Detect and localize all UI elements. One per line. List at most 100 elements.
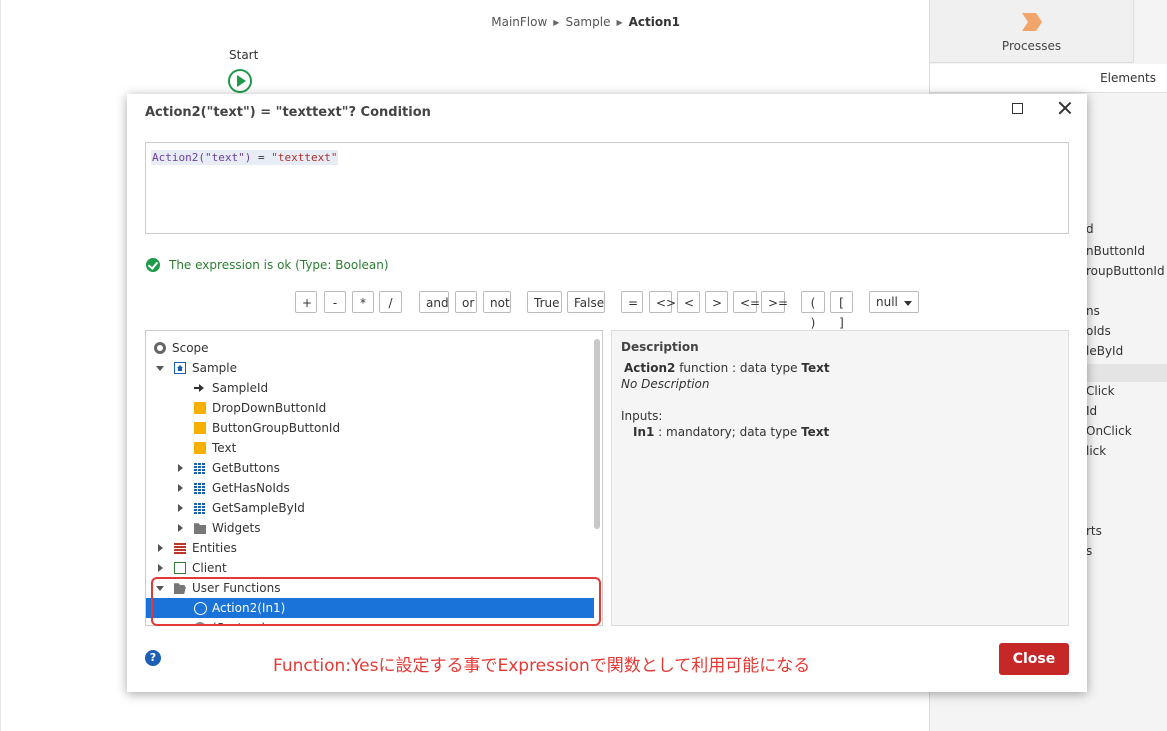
tab-processes[interactable]: Processes: [930, 0, 1134, 63]
chevron-right-icon[interactable]: [178, 504, 183, 512]
tree-item[interactable]: OnClick: [1086, 424, 1132, 438]
breadcrumb-mainflow[interactable]: MainFlow: [491, 15, 547, 29]
expression-function: Action2("text"): [152, 151, 252, 164]
tree-row-gethasnoids[interactable]: GetHasNoIds: [146, 478, 594, 498]
operator-multiply-button[interactable]: *: [352, 291, 374, 313]
tree-row-getbuttons[interactable]: GetButtons: [146, 458, 594, 478]
operator-divide-button[interactable]: /: [379, 291, 402, 313]
description-function-name: Action2: [624, 361, 676, 375]
chevron-right-icon[interactable]: [178, 524, 183, 532]
variable-icon: [194, 422, 206, 434]
start-node-icon[interactable]: [228, 69, 252, 93]
description-no-description: No Description: [621, 377, 710, 391]
breadcrumb-separator-icon: ▶: [553, 17, 560, 27]
tree-item[interactable]: Click: [1086, 384, 1115, 398]
aggregate-icon: [194, 502, 206, 514]
parentheses-button[interactable]: ( ): [801, 291, 825, 330]
condition-dialog: Action2("text") = "texttext"? Condition …: [127, 94, 1087, 692]
tree-scrollbar[interactable]: [594, 339, 600, 529]
operator-plus-button[interactable]: +: [295, 291, 317, 313]
annotation-highlight-box: [151, 577, 601, 626]
operator-not-equal-button[interactable]: <>: [649, 291, 676, 313]
operator-minus-button[interactable]: -: [324, 291, 346, 313]
expression-operator: =: [251, 151, 272, 164]
operator-greater-equal-button[interactable]: >=: [761, 291, 788, 313]
tab-elements-label: Elements: [1100, 71, 1156, 85]
brackets-button[interactable]: [ ]: [830, 291, 853, 330]
tree-item[interactable]: oIds: [1086, 324, 1111, 338]
tab-elements[interactable]: Elements: [930, 64, 1167, 93]
description-function-type: Text: [801, 361, 830, 375]
aggregate-icon: [194, 482, 206, 494]
description-panel: Description Action2 function : data type…: [611, 330, 1069, 626]
tree-row-sampleid[interactable]: SampleId: [146, 378, 594, 398]
aggregate-icon: [194, 462, 206, 474]
operator-greater-than-button[interactable]: >: [705, 291, 728, 313]
chevron-right-icon[interactable]: [178, 484, 183, 492]
tree-item[interactable]: nButtonId: [1086, 244, 1145, 258]
description-input-name: In1: [633, 425, 655, 439]
operator-not-button[interactable]: not: [483, 291, 511, 313]
tree-item[interactable]: Id: [1086, 404, 1097, 418]
literal-false-button[interactable]: False: [567, 291, 605, 313]
tree-item[interactable]: leById: [1086, 344, 1123, 358]
check-circle-icon: [146, 258, 160, 272]
description-title: Description: [621, 340, 699, 354]
chevron-down-icon: [904, 301, 912, 306]
tree-row-label: SampleId: [212, 381, 269, 395]
chevron-down-icon[interactable]: [156, 366, 164, 371]
tree-row-client[interactable]: Client: [146, 558, 594, 578]
tree-row-label: Entities: [192, 541, 237, 555]
operator-less-than-button[interactable]: <: [677, 291, 700, 313]
operator-and-button[interactable]: and: [419, 291, 449, 313]
tree-row-label: DropDownButtonId: [212, 401, 327, 415]
operator-or-button[interactable]: or: [455, 291, 477, 313]
annotation-text: Function:Yesに設定する事でExpressionで関数として利用可能に…: [273, 656, 811, 676]
close-button[interactable]: Close: [999, 643, 1069, 675]
input-parameter-icon: [194, 382, 206, 394]
tree-item[interactable]: rts: [1086, 524, 1102, 538]
close-icon[interactable]: [1055, 98, 1075, 118]
tree-item[interactable]: ns: [1086, 304, 1100, 318]
tree-row-label: Client: [192, 561, 227, 575]
entities-icon: [174, 542, 186, 554]
chevron-right-icon[interactable]: [178, 464, 183, 472]
tree-row-widgets[interactable]: Widgets: [146, 518, 594, 538]
scope-icon: [154, 342, 166, 354]
validation-status: The expression is ok (Type: Boolean): [146, 258, 389, 272]
module-home-icon: [174, 362, 186, 374]
tree-item[interactable]: d: [1086, 222, 1094, 236]
expression-text: Action2("text") = "texttext": [151, 150, 339, 165]
tree-row-entities[interactable]: Entities: [146, 538, 594, 558]
tree-row-label: GetHasNoIds: [212, 481, 290, 495]
tree-row-buttongroupbuttonid[interactable]: ButtonGroupButtonId: [146, 418, 594, 438]
folder-icon: [194, 523, 206, 534]
chevron-right-icon[interactable]: [158, 544, 163, 552]
tree-row-getsamplebyid[interactable]: GetSampleById: [146, 498, 594, 518]
tree-item[interactable]: lick: [1086, 444, 1106, 458]
breadcrumb: MainFlow ▶ Sample ▶ Action1: [491, 15, 680, 29]
tree-row-sample[interactable]: Sample: [146, 358, 594, 378]
tree-row-text[interactable]: Text: [146, 438, 594, 458]
operator-less-equal-button[interactable]: <=: [733, 291, 760, 313]
start-node-label: Start: [229, 48, 259, 62]
tree-item[interactable]: roupButtonId: [1086, 264, 1165, 278]
tree-row-label: ButtonGroupButtonId: [212, 421, 341, 435]
operator-equals-button[interactable]: =: [621, 291, 643, 313]
chevron-right-icon[interactable]: [158, 564, 163, 572]
processes-icon: [1022, 13, 1042, 31]
validation-status-text: The expression is ok (Type: Boolean): [169, 258, 389, 272]
literal-true-button[interactable]: True: [527, 291, 562, 313]
tree-row-dropdownbuttonid[interactable]: DropDownButtonId: [146, 398, 594, 418]
breadcrumb-action1: Action1: [628, 15, 680, 29]
maximize-icon[interactable]: [1012, 103, 1023, 114]
help-icon[interactable]: ?: [145, 650, 161, 666]
null-select[interactable]: null: [869, 291, 919, 313]
dialog-title: Action2("text") = "texttext"? Condition: [145, 105, 431, 120]
expression-editor[interactable]: Action2("text") = "texttext": [145, 142, 1069, 234]
tree-row-label: Scope: [172, 341, 209, 355]
tree-row-scope[interactable]: Scope: [146, 338, 594, 358]
tab-processes-label: Processes: [1001, 39, 1062, 53]
breadcrumb-sample[interactable]: Sample: [565, 15, 610, 29]
breadcrumb-separator-icon: ▶: [616, 17, 623, 27]
